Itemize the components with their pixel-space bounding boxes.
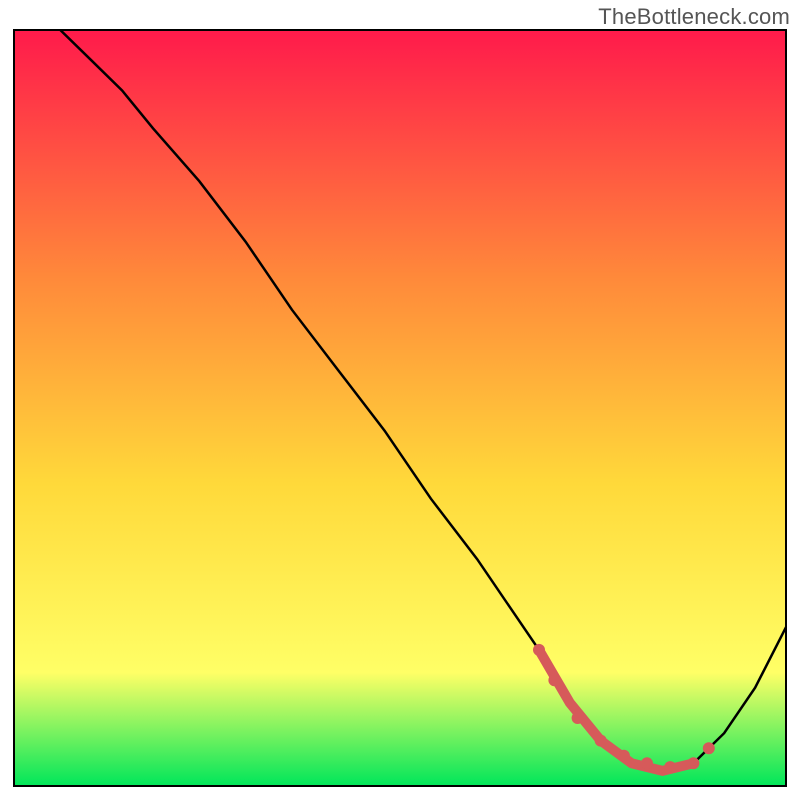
marker-dot	[664, 761, 676, 773]
marker-dot	[572, 712, 584, 724]
marker-dot	[641, 757, 653, 769]
marker-dot	[618, 750, 630, 762]
plot-background	[14, 30, 786, 786]
marker-dot	[703, 742, 715, 754]
marker-dot	[595, 735, 607, 747]
chart-area	[0, 0, 800, 800]
marker-dot	[687, 757, 699, 769]
marker-dot	[533, 644, 545, 656]
marker-dot	[548, 674, 560, 686]
